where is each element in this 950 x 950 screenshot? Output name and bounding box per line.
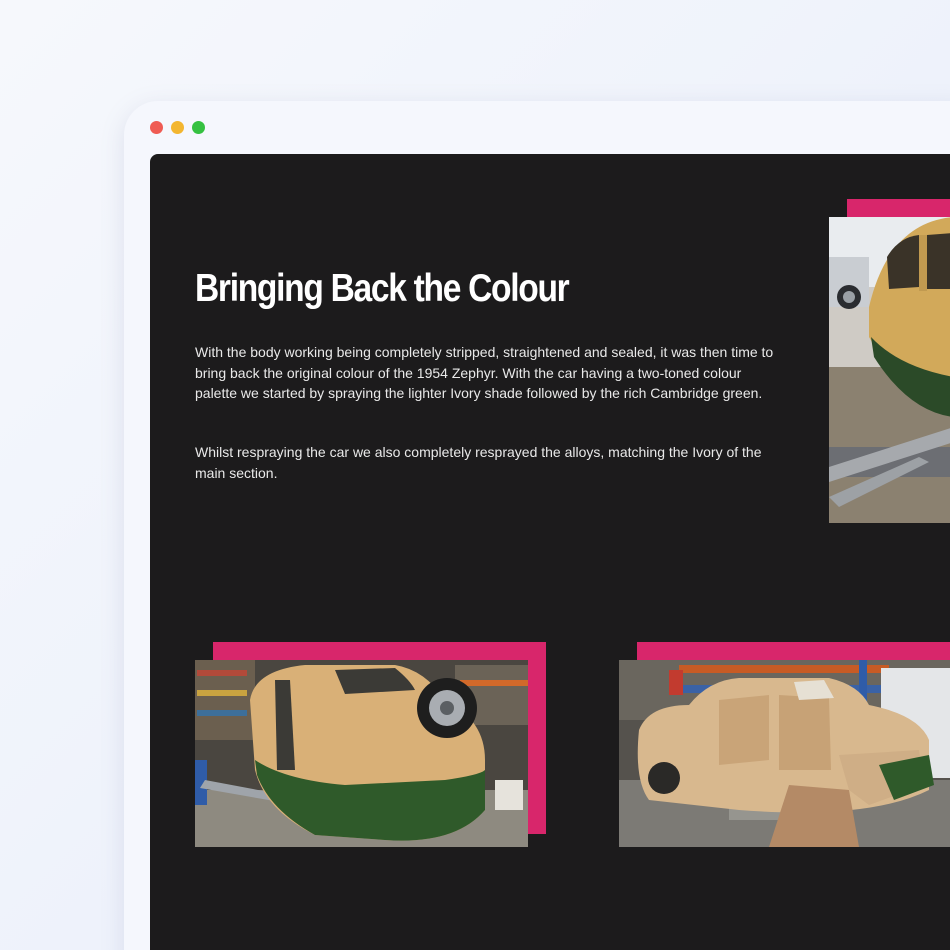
photo-car-masked-ivory — [619, 642, 950, 848]
car-front-image — [829, 217, 950, 523]
photo-car-rear-two-tone — [195, 642, 547, 848]
photo-car-front-ivory-green — [829, 199, 950, 524]
maximize-window-button[interactable] — [192, 121, 205, 134]
car-rear-image — [195, 660, 528, 847]
accent-block — [847, 199, 950, 217]
page-content: Bringing Back the Colour With the body w… — [150, 154, 950, 950]
accent-block — [637, 642, 950, 660]
section-paragraph: With the body working being completely s… — [195, 344, 774, 401]
section-heading: Bringing Back the Colour — [195, 267, 570, 310]
car-masked-image — [619, 660, 950, 847]
minimize-window-button[interactable] — [171, 121, 184, 134]
close-window-button[interactable] — [150, 121, 163, 134]
section-paragraph: Whilst respraying the car we also comple… — [195, 444, 762, 481]
